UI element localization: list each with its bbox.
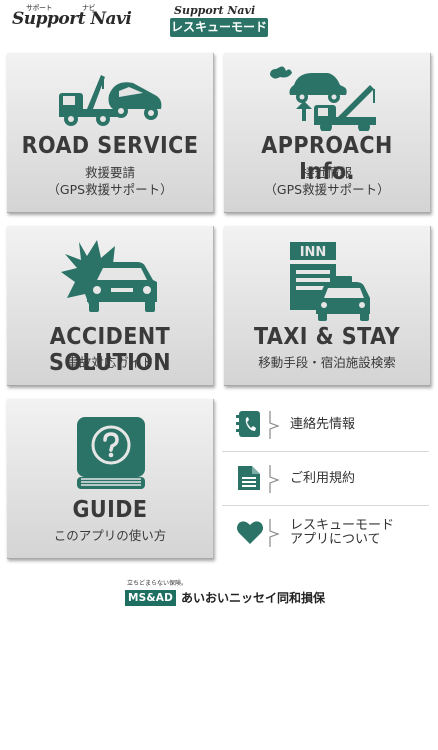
logo-small-left: サポート [26, 4, 53, 12]
about-label-line1: レスキューモード [290, 518, 395, 533]
separator-icon [269, 519, 280, 547]
taxi-stay-sub1: 移動手段・宿泊施設検索 [258, 355, 396, 370]
rescue-mode-logo: Support Navi レスキューモード [170, 5, 268, 37]
app-header: サポート ナビ Support Navi Support Navi レスキューモ… [0, 0, 438, 44]
inn-sign: INN [300, 245, 327, 260]
taxi-hotel-icon: INN [290, 242, 370, 321]
road-service-title: ROAD SERVICE [21, 133, 199, 159]
rescue-mode-badge: レスキューモード [170, 18, 268, 37]
separator-icon [269, 411, 280, 439]
about-label-line2: アプリについて [290, 532, 381, 547]
address-book-icon [236, 411, 260, 437]
about-label: レスキューモード アプリについて [290, 506, 394, 560]
terms-label: ご利用規約 [290, 471, 356, 486]
about-menu-item[interactable]: レスキューモード アプリについて [222, 506, 429, 560]
support-navi-logo: サポート ナビ Support Navi [12, 4, 132, 29]
accident-car-icon [61, 240, 157, 312]
footer-tagline: 立ちどまらない保険。 [127, 580, 188, 587]
accident-solution-button[interactable]: ACCIDENT SOLUTION 事故対応ガイド [7, 226, 214, 386]
taxi-stay-title: TAXI & STAY [253, 324, 401, 350]
heart-icon [237, 521, 263, 544]
footer-brand: 立ちどまらない保険。 MS&AD あいおいニッセイ同和損保 [125, 578, 325, 606]
separator-icon [269, 465, 280, 493]
guide-book-icon [77, 417, 145, 489]
tow-truck-icon [59, 75, 162, 126]
accident-solution-sub1: 事故対応ガイド [66, 355, 154, 370]
guide-button[interactable]: GUIDE このアプリの使い方 [7, 399, 214, 559]
company-name: あいおいニッセイ同和損保 [181, 591, 326, 605]
approach-info-sub1: 接近情報 [301, 165, 352, 180]
approach-info-sub2: （GPS救援サポート） [264, 182, 390, 197]
road-service-button[interactable]: ROAD SERVICE 救援要請 （GPS救援サポート） [7, 53, 214, 213]
taxi-stay-button[interactable]: INN TAXI & STAY 移動手段・宿泊施設検索 [224, 226, 431, 386]
approach-tow-icon [270, 66, 376, 131]
terms-menu-item[interactable]: ご利用規約 [222, 452, 429, 506]
rescue-logo-text: Support Navi [174, 4, 256, 17]
msad-logo: MS&AD [125, 589, 177, 606]
document-icon [238, 466, 260, 490]
road-service-sub1: 救援要請 [84, 165, 135, 180]
road-service-sub2: （GPS救援サポート） [47, 182, 173, 197]
guide-sub1: このアプリの使い方 [53, 528, 167, 543]
contacts-label: 連絡先情報 [290, 417, 356, 432]
guide-title: GUIDE [72, 497, 148, 523]
logo-small-right: ナビ [82, 4, 96, 12]
approach-info-button[interactable]: APPROACH Info. 接近情報 （GPS救援サポート） [224, 53, 431, 213]
contacts-menu-item[interactable]: 連絡先情報 [222, 398, 429, 452]
